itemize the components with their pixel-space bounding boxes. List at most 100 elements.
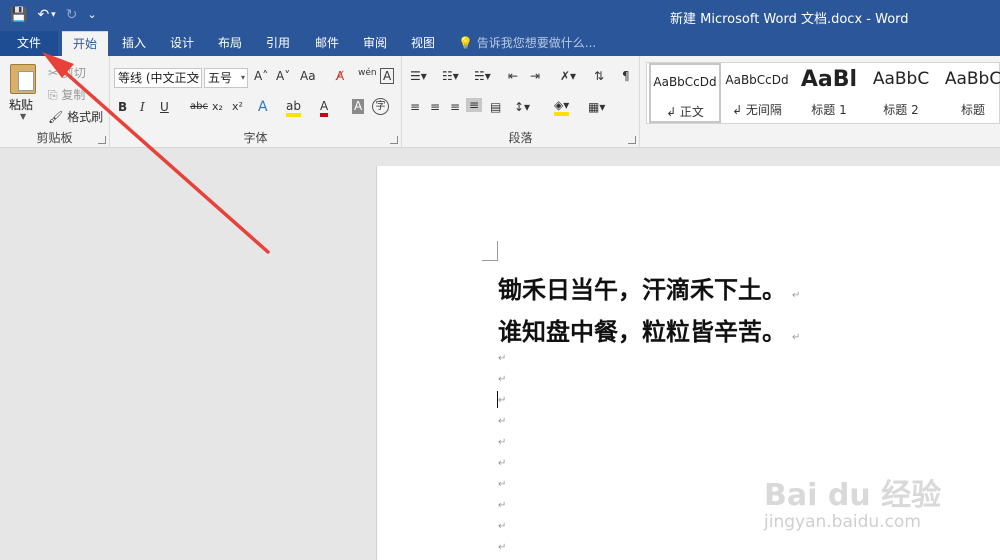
bullets-button[interactable]: ☰▾ [410,69,427,83]
font-name-value: 等线 (中文正文 [118,71,199,85]
font-launcher-icon[interactable] [390,136,398,144]
font-color-button[interactable]: A [320,99,329,117]
redo-icon[interactable]: ↻ [66,4,78,26]
chinese-layout-button[interactable]: ✗▾ [560,69,576,83]
chevron-down-icon: ▾ [240,73,245,82]
font-group-label: 字体 [243,131,268,145]
show-marks-button[interactable]: ¶ [622,69,630,83]
decrease-indent-button[interactable]: ⇤ [508,69,518,83]
tab-design[interactable]: 设计 [160,31,204,56]
paragraph-mark-icon: ↵ [792,332,801,343]
style-sample: AaBbC [944,69,1000,89]
style-sample: AaBl [800,67,858,92]
poem-line-2-text: 谁知盘中餐，粒粒皆辛苦。 [498,318,786,346]
copy-label: 复制 [61,88,86,102]
paste-dropdown-icon[interactable]: ▼ [20,112,26,121]
align-left-button[interactable]: ≡ [410,100,420,114]
paragraph-mark-icon: ↵ [498,521,507,532]
sort-button[interactable]: ⇅ [594,69,604,83]
clear-format-button[interactable]: A̸ [336,69,344,83]
borders-button[interactable]: ▦▾ [588,100,605,114]
font-name-select[interactable]: 等线 (中文正文 ▾ [114,68,202,88]
align-center-button[interactable]: ≡ [430,100,440,114]
paragraph-mark-icon: ↵ [498,374,507,385]
style-normal[interactable]: AaBbCcDd ↲ 正文 [649,63,721,123]
bold-button[interactable]: B [118,100,127,114]
style-name: ↲ 正文 [666,105,704,119]
char-shading-button[interactable]: A [352,99,365,114]
copy-button[interactable]: ⎘ 复制 [48,86,85,103]
tab-insert[interactable]: 插入 [112,31,156,56]
paste-icon[interactable] [10,64,36,94]
tab-references[interactable]: 引用 [256,31,300,56]
subscript-button[interactable]: x₂ [212,100,223,113]
paragraph-mark-icon: ↵ [498,395,507,406]
paragraph-mark-icon: ↵ [498,416,507,427]
font-size-value: 五号 [208,71,233,85]
undo-icon[interactable]: ↶ [37,4,49,26]
style-no-spacing[interactable]: AaBbCcDd ↲ 无间隔 [721,63,793,123]
undo-dropdown-icon[interactable]: ▾ [51,4,56,26]
format-painter-button[interactable]: 🖌 格式刷 [48,108,103,125]
tell-me-search[interactable]: 💡 告诉我您想要做什么... [458,31,596,56]
watermark-brand: Bai du 经验 [764,478,942,513]
paste-button[interactable]: 粘贴 [9,96,33,113]
strikethrough-button[interactable]: abc [190,101,208,112]
justify-button[interactable]: ≡ [466,98,483,112]
tab-view[interactable]: 视图 [401,31,445,56]
paragraph-launcher-icon[interactable] [628,136,636,144]
customize-qat-icon[interactable]: ⌄ [87,4,96,26]
poem-line-1[interactable]: 锄禾日当午，汗滴禾下土。 ↵ [498,270,800,305]
style-sample: AaBbC [872,69,930,89]
superscript-button[interactable]: x² [232,100,243,113]
multilevel-list-button[interactable]: ☵▾ [474,69,491,83]
paragraph-mark-icon: ↵ [498,500,507,511]
tab-file[interactable]: 文件 [0,31,58,56]
lightbulb-icon: 💡 [458,36,473,50]
ribbon-home: 粘贴 ▼ ✂ 剪切 ⎘ 复制 🖌 格式刷 剪贴板 等线 (中文正文 ▾ 五号 ▾ A… [0,56,1000,148]
cut-button[interactable]: ✂ 剪切 [48,64,86,81]
shrink-font-button[interactable]: A˅ [276,69,290,83]
tab-review[interactable]: 审阅 [353,31,397,56]
underline-button[interactable]: U [160,100,169,114]
baidu-jingyan-watermark: Bai du 经验 jingyan.baidu.com [764,470,974,550]
paragraph-mark-icon: ↵ [498,353,507,364]
tell-me-text: 告诉我您想要做什么... [476,36,597,50]
clipboard-launcher-icon[interactable] [98,136,106,144]
grow-font-button[interactable]: A˄ [254,69,268,83]
paragraph-mark-icon: ↵ [498,479,507,490]
poem-line-2[interactable]: 谁知盘中餐，粒粒皆辛苦。 ↵ [498,312,800,347]
line-spacing-button[interactable]: ↕▾ [514,100,530,114]
paragraph-mark-icon: ↵ [498,542,507,553]
styles-gallery: AaBbCcDd ↲ 正文 AaBbCcDd ↲ 无间隔 AaBl 标题 1 A… [646,62,1000,124]
tab-layout[interactable]: 布局 [208,31,252,56]
tab-mailings[interactable]: 邮件 [305,31,349,56]
style-heading-2[interactable]: AaBbC 标题 2 [865,63,937,123]
text-effects-button[interactable]: A [258,99,268,115]
style-title[interactable]: AaBbC 标题 [937,63,1000,123]
char-border-button[interactable]: A [380,68,395,84]
clipboard-group: 粘贴 ▼ ✂ 剪切 ⎘ 复制 🖌 格式刷 剪贴板 [0,56,110,148]
phonetic-guide-button[interactable]: wén [358,68,377,78]
style-heading-1[interactable]: AaBl 标题 1 [793,63,865,123]
tab-home[interactable]: 开始 [62,31,108,56]
poem-line-1-text: 锄禾日当午，汗滴禾下土。 [498,276,786,304]
save-icon[interactable]: 💾 [10,4,27,26]
margin-corner-mark [497,241,498,261]
chevron-down-icon: ▾ [194,73,199,82]
window-title: 新建 Microsoft Word 文档.docx - Word [670,12,909,27]
italic-button[interactable]: I [140,100,145,114]
font-size-select[interactable]: 五号 ▾ [204,68,248,88]
shading-button[interactable]: ◈▾ [554,98,570,116]
style-name: 标题 [960,103,985,117]
change-case-button[interactable]: Aa [300,69,316,83]
enclose-chars-button[interactable]: 字 [372,98,389,115]
format-painter-label: 格式刷 [67,110,104,124]
align-right-button[interactable]: ≡ [450,100,460,114]
style-name: ↲ 无间隔 [732,103,782,117]
increase-indent-button[interactable]: ⇥ [530,69,540,83]
numbering-button[interactable]: ☷▾ [442,69,459,83]
ribbon-tabs: 文件 开始 插入 设计 布局 引用 邮件 审阅 视图 💡 告诉我您想要做什么..… [0,31,1000,56]
highlight-button[interactable]: ab [286,99,301,117]
distributed-button[interactable]: ▤ [490,100,501,114]
